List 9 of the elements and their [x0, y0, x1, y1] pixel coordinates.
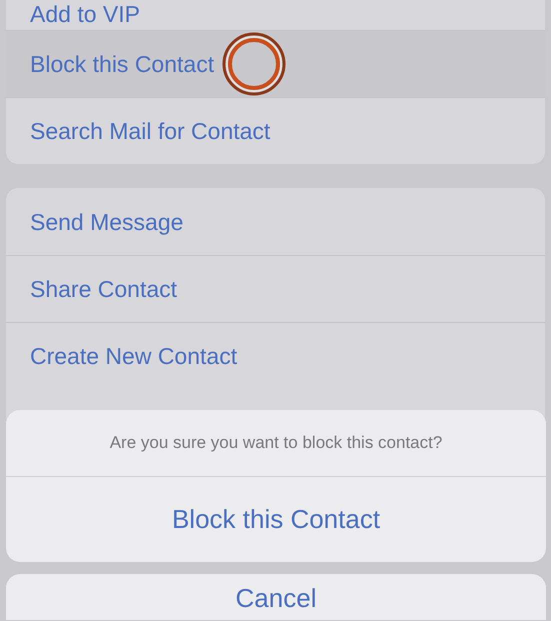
- menu-item[interactable]: Send Message: [6, 188, 545, 255]
- menu-item[interactable]: Share Contact: [6, 255, 545, 322]
- confirmation-message: Are you sure you want to block this contact?: [6, 410, 546, 477]
- block-contact-button[interactable]: Block this Contact: [6, 477, 546, 562]
- menu-item[interactable]: Create New Contact: [6, 322, 545, 389]
- menu-item[interactable]: Block this Contact: [6, 30, 545, 97]
- menu-item[interactable]: Add to VIP: [6, 0, 545, 30]
- cancel-button[interactable]: Cancel: [6, 574, 546, 620]
- menu-item[interactable]: Search Mail for Contact: [6, 97, 545, 164]
